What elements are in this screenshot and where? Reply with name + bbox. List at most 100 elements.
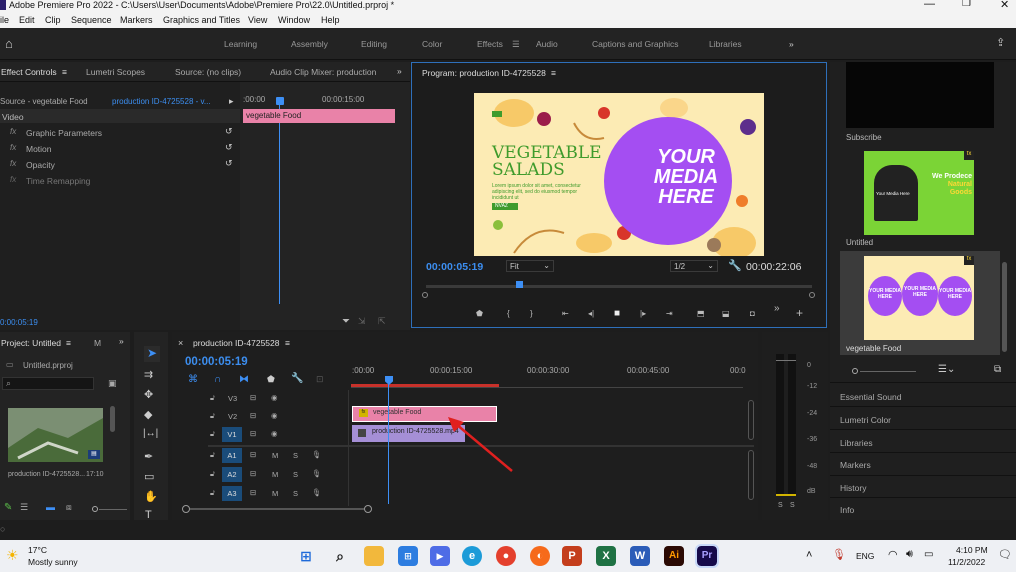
project-search-input[interactable]: ⌕ bbox=[2, 377, 94, 390]
notification-icon[interactable]: 🗨 bbox=[998, 548, 1012, 561]
panel-menu-icon[interactable]: ≡ bbox=[285, 338, 290, 348]
menu-edit[interactable]: Edit bbox=[19, 15, 35, 25]
start-icon[interactable]: ⊞ bbox=[296, 546, 316, 566]
track-select-tool-icon[interactable]: ⇉ bbox=[144, 368, 153, 381]
workspace-editing[interactable]: Editing bbox=[361, 39, 387, 49]
tab-lumetri-scopes[interactable]: Lumetri Scopes bbox=[86, 67, 145, 77]
battery-icon[interactable]: ▭ bbox=[924, 549, 933, 560]
zoom-scroll-start-handle[interactable] bbox=[182, 505, 190, 513]
slip-tool-icon[interactable]: |↔| bbox=[143, 428, 158, 439]
video-tracks-scrollbar[interactable] bbox=[748, 400, 754, 440]
sync-lock-icon[interactable]: ⊟ bbox=[250, 488, 256, 497]
snap-icon[interactable]: ∩ bbox=[214, 374, 221, 385]
timeline-timecode[interactable]: 00:00:05:19 bbox=[185, 356, 248, 368]
wrench-icon[interactable]: 🔧 bbox=[728, 259, 742, 272]
track-label-a2[interactable]: A2 bbox=[222, 467, 242, 482]
sequence-link[interactable]: production ID-4725528 - v... bbox=[112, 97, 211, 106]
new-bin-icon[interactable]: ▣ bbox=[108, 378, 117, 389]
lock-icon[interactable]: 🔓︎ bbox=[210, 469, 215, 479]
menu-view[interactable]: View bbox=[248, 15, 267, 25]
workspace-libraries[interactable]: Libraries bbox=[709, 39, 742, 49]
track-label-a3[interactable]: A3 bbox=[222, 486, 242, 501]
add-button-icon[interactable]: + bbox=[796, 306, 803, 320]
clip-thumbnail[interactable]: ▤ bbox=[8, 408, 103, 462]
more-controls-icon[interactable]: » bbox=[774, 303, 780, 314]
step-forward-icon[interactable]: |▸ bbox=[640, 309, 646, 318]
resolution-dropdown[interactable]: 1/2 ⌄ bbox=[670, 260, 718, 272]
microphone-icon[interactable]: 🎙︎ bbox=[312, 488, 322, 497]
panel-essential-sound[interactable]: Essential Sound bbox=[840, 392, 901, 402]
search-icon[interactable]: ⌕ bbox=[330, 546, 350, 566]
reset-icon[interactable]: ↺ bbox=[225, 126, 233, 137]
panel-menu-icon[interactable]: ≡ bbox=[551, 68, 556, 78]
pen-tool-icon[interactable]: ✒ bbox=[144, 450, 153, 463]
program-scrubber[interactable] bbox=[426, 285, 812, 288]
more-workspaces-icon[interactable]: » bbox=[789, 39, 794, 49]
maximize-button[interactable]: ❐ bbox=[962, 0, 971, 9]
solo-toggle[interactable]: S bbox=[293, 489, 298, 498]
export-frame-icon[interactable]: ⇲ bbox=[358, 316, 366, 327]
panel-menu-icon[interactable]: ≡ bbox=[66, 338, 71, 348]
lock-icon[interactable]: 🔓︎ bbox=[210, 393, 215, 403]
panel-info[interactable]: Info bbox=[840, 505, 854, 515]
menu-clip[interactable]: Clip bbox=[45, 15, 61, 25]
zoom-scroll-end-handle[interactable] bbox=[364, 505, 372, 513]
eye-icon[interactable]: ◉ bbox=[271, 429, 278, 438]
weather-icon[interactable]: ☀ bbox=[6, 547, 19, 564]
microphone-icon[interactable]: 🎙︎ bbox=[832, 548, 846, 561]
stop-icon[interactable]: ■ bbox=[614, 308, 620, 319]
thumb-size-slider[interactable] bbox=[852, 368, 858, 374]
audio-tracks-scrollbar[interactable] bbox=[748, 450, 754, 500]
freeform-view-icon[interactable]: ⧈ bbox=[66, 502, 72, 513]
illustrator-icon[interactable]: Ai bbox=[664, 546, 684, 566]
go-to-in-icon[interactable]: ⇤ bbox=[562, 309, 569, 318]
go-to-out-icon[interactable]: ⇥ bbox=[666, 309, 673, 318]
weather-temp[interactable]: 17°C bbox=[28, 545, 47, 555]
file-explorer-icon[interactable] bbox=[364, 546, 384, 566]
close-sequence-icon[interactable]: × bbox=[178, 338, 183, 348]
microphone-icon[interactable]: 🎙︎ bbox=[312, 450, 322, 459]
link-icon[interactable]: ⇱ bbox=[378, 316, 386, 327]
close-button[interactable]: ✕ bbox=[1000, 0, 1009, 11]
nest-icon[interactable]: ⌘ bbox=[188, 374, 198, 385]
scrub-start-handle[interactable] bbox=[422, 292, 428, 298]
scrub-end-handle[interactable] bbox=[809, 292, 815, 298]
templates-scrollbar[interactable] bbox=[1002, 262, 1007, 352]
add-marker-icon[interactable]: ⬟ bbox=[476, 309, 483, 318]
ripple-edit-tool-icon[interactable]: ✥ bbox=[144, 388, 153, 401]
reset-icon[interactable]: ↺ bbox=[225, 142, 233, 153]
mark-out-icon[interactable]: } bbox=[530, 309, 533, 318]
more-tabs-icon[interactable]: » bbox=[397, 66, 402, 76]
hamburger-icon[interactable]: ☰ bbox=[512, 39, 520, 50]
panel-history[interactable]: History bbox=[840, 483, 866, 493]
eye-icon[interactable]: ◉ bbox=[271, 393, 278, 402]
lock-icon[interactable]: 🔓︎ bbox=[210, 411, 215, 421]
add-marker-icon[interactable]: ⬟ bbox=[267, 374, 275, 385]
panel-lumetri-color[interactable]: Lumetri Color bbox=[840, 415, 891, 425]
effect-time-remapping[interactable]: Time Remapping bbox=[26, 176, 90, 186]
step-back-icon[interactable]: ◂| bbox=[588, 309, 594, 318]
workspace-learning[interactable]: Learning bbox=[224, 39, 257, 49]
list-view-icon[interactable]: ☰ bbox=[20, 502, 28, 513]
chevron-up-icon[interactable]: ˄ bbox=[806, 549, 812, 561]
edge-icon[interactable]: e bbox=[462, 546, 482, 566]
project-tab[interactable]: Project: Untitled bbox=[1, 338, 61, 348]
mute-toggle[interactable]: M bbox=[272, 451, 278, 460]
effect-graphic-parameters[interactable]: Graphic Parameters bbox=[26, 128, 102, 138]
more-tabs-icon[interactable]: » bbox=[119, 336, 124, 346]
panel-markers[interactable]: Markers bbox=[840, 460, 871, 470]
type-tool-icon[interactable]: T bbox=[145, 509, 152, 521]
solo-toggle[interactable]: S bbox=[293, 470, 298, 479]
menu-markers[interactable]: Markers bbox=[120, 15, 153, 25]
workspace-color[interactable]: Color bbox=[422, 39, 442, 49]
linked-selection-icon[interactable]: ⧓ bbox=[239, 374, 249, 385]
program-playhead[interactable] bbox=[516, 281, 523, 288]
track-label-v1[interactable]: V1 bbox=[222, 427, 242, 442]
reset-icon[interactable]: ↺ bbox=[225, 158, 233, 169]
effect-motion[interactable]: Motion bbox=[26, 144, 52, 154]
powerpoint-icon[interactable]: P bbox=[562, 546, 582, 566]
sync-lock-icon[interactable]: ⊟ bbox=[250, 411, 256, 420]
minimize-button[interactable]: — bbox=[924, 0, 935, 10]
sync-lock-icon[interactable]: ⊟ bbox=[250, 429, 256, 438]
effect-opacity[interactable]: Opacity bbox=[26, 160, 55, 170]
